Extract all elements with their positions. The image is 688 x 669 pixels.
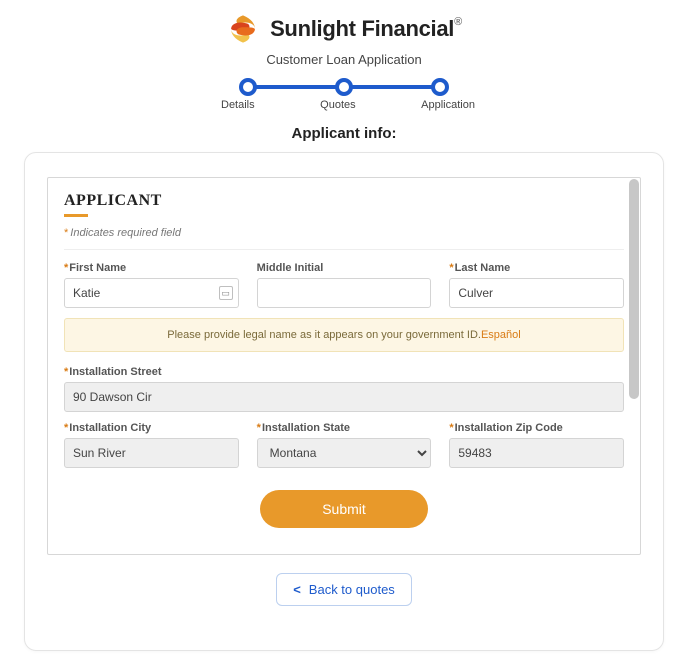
brand-logo: Sunlight Financial® [0, 12, 688, 46]
install-street-input[interactable] [64, 382, 624, 412]
section-title: Applicant info: [0, 125, 688, 142]
brand-name: Sunlight Financial® [270, 16, 462, 42]
step-dot-quotes [335, 78, 353, 96]
install-city-input[interactable] [64, 438, 239, 468]
install-state-select[interactable]: Montana [257, 438, 432, 468]
required-note: *Indicates required field [64, 227, 624, 239]
scrollbar[interactable] [629, 179, 639, 399]
espanol-link[interactable]: Español [481, 329, 521, 341]
install-state-label: *Installation State [257, 422, 432, 434]
first-name-label: *First Name [64, 262, 239, 274]
middle-initial-input[interactable] [257, 278, 432, 308]
install-zip-input[interactable] [449, 438, 624, 468]
middle-initial-label: Middle Initial [257, 262, 432, 274]
install-zip-label: *Installation Zip Code [449, 422, 624, 434]
step-label-application: Application [421, 99, 475, 111]
legal-name-notice: Please provide legal name as it appears … [64, 318, 624, 352]
form-card: APPLICANT *Indicates required field *Fir… [24, 152, 664, 651]
step-dot-application [431, 78, 449, 96]
applicant-heading: APPLICANT [64, 192, 624, 210]
step-label-details: Details [221, 99, 255, 111]
submit-button[interactable]: Submit [260, 490, 428, 528]
install-street-label: *Installation Street [64, 366, 624, 378]
form-panel: APPLICANT *Indicates required field *Fir… [47, 177, 641, 555]
back-to-quotes-button[interactable]: < Back to quotes [276, 573, 412, 606]
first-name-input[interactable] [64, 278, 239, 308]
last-name-label: *Last Name [449, 262, 624, 274]
brand-subtitle: Customer Loan Application [0, 52, 688, 67]
step-dot-details [239, 78, 257, 96]
last-name-input[interactable] [449, 278, 624, 308]
chevron-left-icon: < [293, 582, 301, 597]
install-city-label: *Installation City [64, 422, 239, 434]
step-label-quotes: Quotes [320, 99, 355, 111]
contact-card-icon[interactable]: ▭ [219, 286, 233, 300]
progress-stepper: Details Quotes Application [239, 75, 449, 119]
sunlight-logo-icon [226, 12, 260, 46]
